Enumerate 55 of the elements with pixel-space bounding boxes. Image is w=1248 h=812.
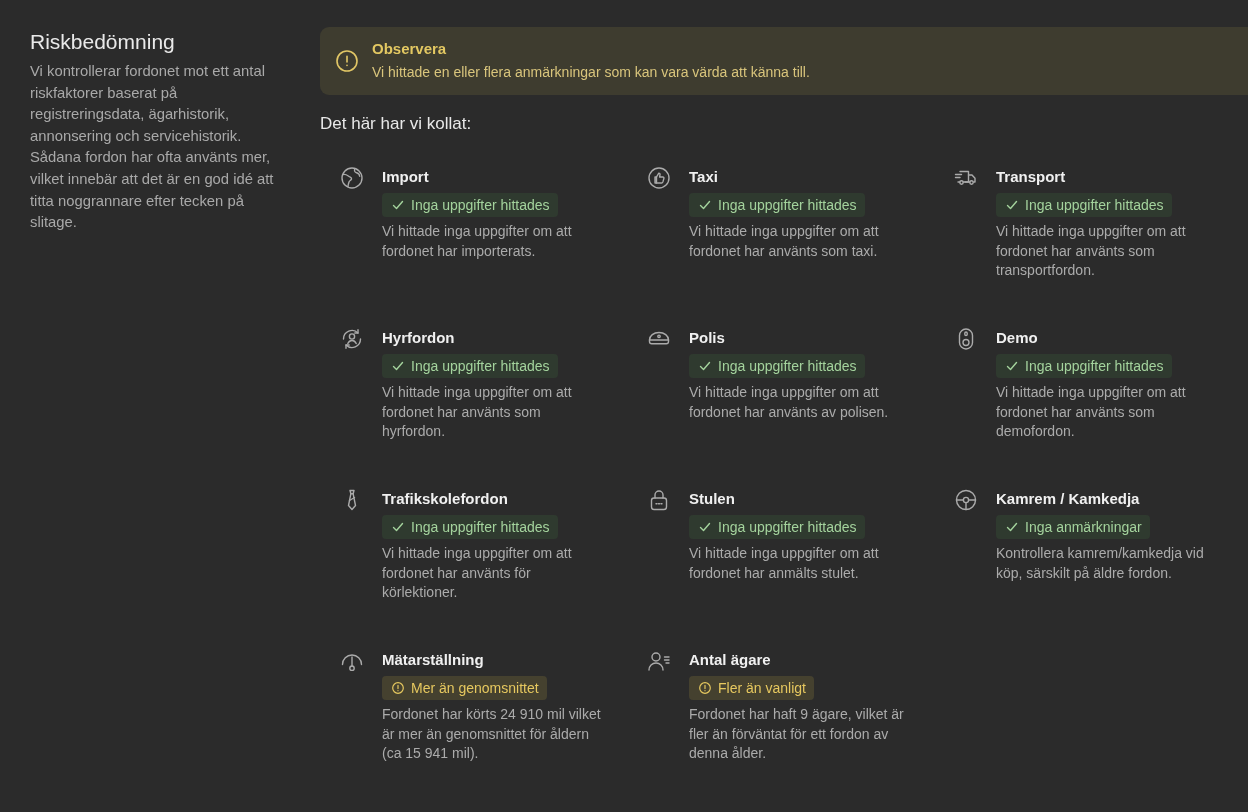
status-label: Inga uppgifter hittades [411, 196, 550, 214]
check-icon [392, 521, 404, 533]
status-label: Inga uppgifter hittades [411, 357, 550, 375]
exclamation-circle-icon [699, 682, 711, 694]
check-title: Kamrem / Kamkedja [996, 489, 1140, 509]
thumbs-up-icon [647, 166, 671, 190]
check-icon [699, 199, 711, 211]
exclamation-circle-icon [336, 49, 358, 72]
status-label: Inga uppgifter hittades [718, 518, 857, 536]
check-title: Antal ägare [689, 650, 771, 670]
check-description: Vi hittade inga uppgifter om att fordonet har använts som demofordon. [996, 383, 1187, 441]
status-label: Fler än vanligt [718, 679, 806, 697]
status-label: Inga uppgifter hittades [411, 518, 550, 536]
check-title: Polis [689, 328, 725, 348]
check-title: Import [382, 167, 429, 187]
check-title: Hyrfordon [382, 328, 455, 348]
person-cycle-icon [340, 327, 364, 351]
status-label: Inga anmärkningar [1025, 518, 1142, 536]
status-label: Inga uppgifter hittades [718, 357, 857, 375]
check-title: Stulen [689, 489, 735, 509]
check-title: Taxi [689, 167, 718, 187]
check-icon [699, 360, 711, 372]
check-icon [1006, 360, 1018, 372]
checklist-heading: Det här har vi kollat: [320, 113, 473, 135]
check-icon [1006, 521, 1018, 533]
status-label: Inga uppgifter hittades [718, 196, 857, 214]
section-title: Riskbedömning [30, 29, 176, 55]
notice-title: Observera [372, 39, 448, 59]
steering-wheel-icon [954, 488, 978, 512]
section-description: Vi kontrollerar fordonet mot ett antal riskfaktorer baserat på registreringsdata, ägarhistorik, annonsering och servicehistorik. Sådana fordon har ofta använts mer, vilket innebär att det är en god idé att titta noggrannare efter tecken på slitage. [30, 62, 275, 233]
check-icon [392, 199, 404, 211]
check-description: Fordonet har haft 9 ägare, vilket är fler än förväntat för ett fordon av denna ålder. [689, 705, 905, 763]
check-title: Transport [996, 167, 1066, 187]
check-title: Trafikskolefordon [382, 489, 508, 509]
exclamation-circle-icon [392, 682, 404, 694]
check-description: Fordonet har körts 24 910 mil vilket är mer än genomsnittet för åldern (ca 15 941 mil). [382, 705, 602, 763]
status-label: Inga uppgifter hittades [1025, 196, 1164, 214]
check-description: Vi hittade inga uppgifter om att fordonet har använts som hyrfordon. [382, 383, 573, 441]
check-description: Kontrollera kamrem/kamkedja vid köp, särskilt på äldre fordon. [996, 544, 1205, 583]
check-description: Vi hittade inga uppgifter om att fordonet har importerats. [382, 222, 573, 261]
check-description: Vi hittade inga uppgifter om att fordonet har använts av polisen. [689, 383, 890, 422]
globe-icon [340, 166, 364, 190]
person-list-icon [647, 649, 671, 673]
check-description: Vi hittade inga uppgifter om att fordonet har anmälts stulet. [689, 544, 880, 583]
status-label: Mer än genomsnittet [411, 679, 539, 697]
check-description: Vi hittade inga uppgifter om att fordonet har använts som transportfordon. [996, 222, 1187, 280]
status-label: Inga uppgifter hittades [1025, 357, 1164, 375]
check-icon [1006, 199, 1018, 211]
check-title: Demo [996, 328, 1038, 348]
check-description: Vi hittade inga uppgifter om att fordonet har använts för körlektioner. [382, 544, 573, 602]
check-title: Mätarställning [382, 650, 484, 670]
check-description: Vi hittade inga uppgifter om att fordonet har använts som taxi. [689, 222, 880, 261]
check-icon [699, 521, 711, 533]
notice-text: Vi hittade en eller flera anmärkningar som kan vara värda att känna till. [372, 63, 810, 82]
check-icon [392, 360, 404, 372]
